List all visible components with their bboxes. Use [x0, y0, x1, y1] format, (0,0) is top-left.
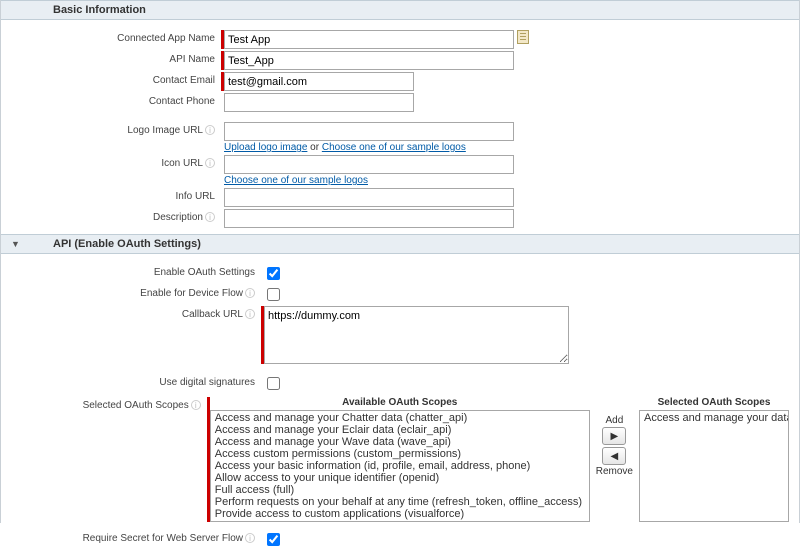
- available-scope-option[interactable]: Perform requests on your behalf at any t…: [212, 496, 588, 508]
- available-scopes-listbox[interactable]: Access and manage your Chatter data (cha…: [210, 410, 590, 522]
- label-description: Description: [153, 212, 203, 223]
- section-basic-info-header: Basic Information: [1, 0, 799, 20]
- label-device-flow: Enable for Device Flow: [140, 288, 243, 299]
- label-contact-phone: Contact Phone: [11, 93, 221, 107]
- label-selected-scopes: Selected OAuth Scopes: [83, 400, 189, 411]
- section-api-title: API (Enable OAuth Settings): [53, 238, 201, 250]
- require-secret-web-checkbox[interactable]: [267, 533, 280, 546]
- available-scope-option[interactable]: Provide access to custom applications (v…: [212, 508, 588, 520]
- book-icon[interactable]: [517, 30, 529, 44]
- info-url-input[interactable]: [224, 188, 514, 207]
- label-digital-signatures: Use digital signatures: [11, 374, 261, 388]
- callback-url-textarea[interactable]: [264, 306, 569, 364]
- available-scope-option[interactable]: Access and manage your Chatter data (cha…: [212, 412, 588, 424]
- available-scope-option[interactable]: Provide access to your data via the Web …: [212, 520, 588, 522]
- api-body: Enable OAuth Settings Enable for Device …: [1, 254, 799, 555]
- api-name-input[interactable]: [224, 51, 514, 70]
- or-text: or: [307, 142, 321, 153]
- help-icon[interactable]: i: [245, 309, 255, 319]
- contact-email-input[interactable]: [224, 72, 414, 91]
- device-flow-checkbox[interactable]: [267, 288, 280, 301]
- available-scope-option[interactable]: Allow access to your unique identifier (…: [212, 472, 588, 484]
- help-icon[interactable]: i: [191, 400, 201, 410]
- digital-signatures-checkbox[interactable]: [267, 377, 280, 390]
- available-scope-option[interactable]: Access custom permissions (custom_permis…: [212, 448, 588, 460]
- choose-sample-logo-link[interactable]: Choose one of our sample logos: [322, 142, 466, 153]
- logo-image-url-input[interactable]: [224, 122, 514, 141]
- add-label: Add: [605, 415, 623, 426]
- label-logo-image-url: Logo Image URL: [127, 125, 203, 136]
- basic-info-body: Connected App Name API Name Contact Emai…: [1, 20, 799, 234]
- upload-logo-link[interactable]: Upload logo image: [224, 142, 307, 153]
- add-scope-button[interactable]: ▶: [602, 427, 626, 445]
- help-icon[interactable]: i: [205, 158, 215, 168]
- help-icon[interactable]: i: [245, 288, 255, 298]
- label-require-secret-web: Require Secret for Web Server Flow: [83, 533, 243, 544]
- label-callback-url: Callback URL: [182, 309, 243, 320]
- selected-scopes-listbox[interactable]: Access and manage your data (api): [639, 410, 789, 522]
- available-scopes-title: Available OAuth Scopes: [342, 397, 457, 408]
- connected-app-name-input[interactable]: [224, 30, 514, 49]
- available-scope-option[interactable]: Access and manage your Wave data (wave_a…: [212, 436, 588, 448]
- description-input[interactable]: [224, 209, 514, 228]
- remove-label: Remove: [596, 466, 633, 477]
- available-scope-option[interactable]: Access your basic information (id, profi…: [212, 460, 588, 472]
- section-basic-info-title: Basic Information: [53, 4, 146, 16]
- section-api-header[interactable]: ▼ API (Enable OAuth Settings): [1, 234, 799, 254]
- choose-sample-icon-link[interactable]: Choose one of our sample logos: [224, 175, 368, 186]
- label-contact-email: Contact Email: [11, 72, 221, 86]
- selected-scope-option[interactable]: Access and manage your data (api): [641, 412, 787, 424]
- help-icon[interactable]: i: [205, 212, 215, 222]
- label-info-url: Info URL: [11, 188, 221, 202]
- help-icon[interactable]: i: [245, 533, 255, 543]
- label-connected-app-name: Connected App Name: [11, 30, 221, 44]
- available-scope-option[interactable]: Access and manage your Eclair data (ecla…: [212, 424, 588, 436]
- help-icon[interactable]: i: [205, 125, 215, 135]
- contact-phone-input[interactable]: [224, 93, 414, 112]
- available-scope-option[interactable]: Full access (full): [212, 484, 588, 496]
- icon-url-input[interactable]: [224, 155, 514, 174]
- collapse-icon[interactable]: ▼: [11, 239, 23, 249]
- selected-scopes-title: Selected OAuth Scopes: [658, 397, 771, 408]
- enable-oauth-checkbox[interactable]: [267, 267, 280, 280]
- label-icon-url: Icon URL: [161, 158, 203, 169]
- label-api-name: API Name: [11, 51, 221, 65]
- remove-scope-button[interactable]: ◀: [602, 447, 626, 465]
- label-enable-oauth: Enable OAuth Settings: [11, 264, 261, 278]
